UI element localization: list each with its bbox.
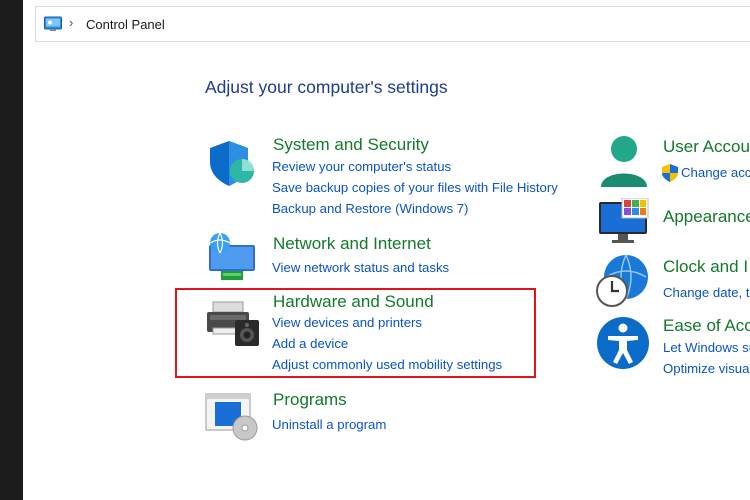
link-add-device[interactable]: Add a device xyxy=(272,336,348,351)
link-let-windows-suggest[interactable]: Let Windows su xyxy=(663,340,750,355)
control-panel-icon xyxy=(44,16,62,31)
link-change-date[interactable]: Change date, ti xyxy=(663,285,750,300)
network-globe-icon xyxy=(209,233,255,280)
category-title-programs[interactable]: Programs xyxy=(273,390,347,410)
page-title: Adjust your computer's settings xyxy=(205,77,448,97)
user-accounts-icon xyxy=(601,136,647,187)
category-title-clock-region[interactable]: Clock and I xyxy=(663,257,748,277)
breadcrumb-control-panel[interactable]: Control Panel xyxy=(86,17,165,32)
programs-disc-icon xyxy=(205,393,258,441)
uac-shield-icon xyxy=(662,164,678,182)
link-network-status[interactable]: View network status and tasks xyxy=(272,260,449,275)
clock-globe-icon xyxy=(596,255,648,307)
category-title-network-internet[interactable]: Network and Internet xyxy=(273,234,431,254)
window-left-edge xyxy=(0,0,23,500)
link-file-history[interactable]: Save backup copies of your files with Fi… xyxy=(272,180,558,195)
link-devices-printers[interactable]: View devices and printers xyxy=(272,315,422,330)
category-title-ease-of-access[interactable]: Ease of Acc xyxy=(663,316,750,336)
shield-icon xyxy=(210,141,254,186)
category-title-appearance[interactable]: Appearance xyxy=(663,207,750,227)
category-title-system-security[interactable]: System and Security xyxy=(273,135,429,155)
link-optimize-visual[interactable]: Optimize visua xyxy=(663,361,749,376)
link-backup-restore[interactable]: Backup and Restore (Windows 7) xyxy=(272,201,468,216)
link-change-account[interactable]: Change acc xyxy=(681,165,750,180)
link-mobility-settings[interactable]: Adjust commonly used mobility settings xyxy=(272,357,502,372)
printer-speaker-icon xyxy=(207,301,259,346)
ease-of-access-icon xyxy=(597,317,649,369)
link-uninstall-program[interactable]: Uninstall a program xyxy=(272,417,386,432)
link-review-status[interactable]: Review your computer's status xyxy=(272,159,451,174)
category-title-user-accounts[interactable]: User Accou xyxy=(663,137,750,157)
category-title-hardware-sound[interactable]: Hardware and Sound xyxy=(273,292,434,312)
breadcrumb-separator: › xyxy=(69,15,74,30)
appearance-monitor-icon xyxy=(599,198,649,243)
address-bar[interactable]: › Control Panel xyxy=(35,6,750,42)
